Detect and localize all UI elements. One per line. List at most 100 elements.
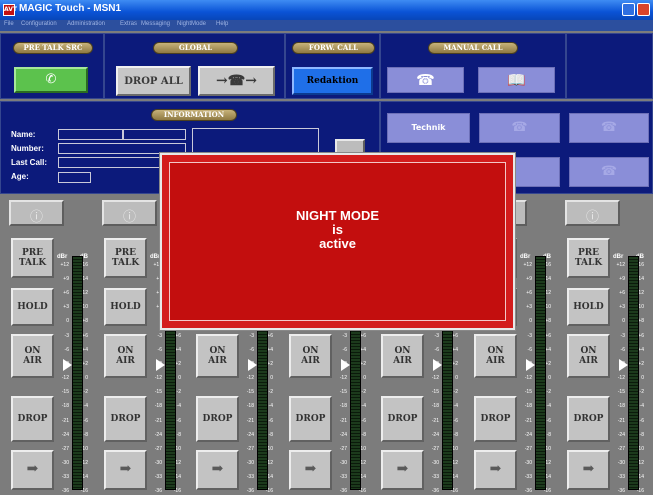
- dbr-tick: -36: [154, 488, 162, 494]
- dbr-tick: +12: [523, 262, 532, 268]
- drop-button[interactable]: DROP: [567, 396, 610, 442]
- pre-talk-label: PRE: [114, 248, 137, 258]
- magic-touch-window: AVT MAGIC Touch - MSN1 File Configuratio…: [0, 0, 653, 495]
- drop-all-label: DROP ALL: [124, 76, 183, 87]
- dbr-tick: -27: [154, 446, 162, 452]
- on-air-button[interactable]: ON AIR: [289, 334, 332, 378]
- on-air-button[interactable]: ON AIR: [381, 334, 424, 378]
- dbr-tick: -33: [524, 474, 532, 480]
- menu-help[interactable]: Help: [216, 21, 228, 27]
- manual-dial-button[interactable]: ☎: [387, 67, 464, 93]
- dbr-tick: +12: [60, 262, 69, 268]
- dbr-tick: -3: [249, 333, 254, 339]
- dbr-tick: -12: [154, 375, 162, 381]
- menu-file[interactable]: File: [4, 21, 14, 27]
- close-button[interactable]: [637, 3, 650, 16]
- menu-extras[interactable]: Extras: [120, 21, 137, 27]
- dbr-tick: -24: [339, 432, 347, 438]
- fader-handle[interactable]: [248, 359, 257, 371]
- menu-administration[interactable]: Administration: [67, 21, 105, 27]
- pre-talk-button[interactable]: PRETALK: [567, 238, 610, 278]
- forward-button[interactable]: ➡: [567, 450, 610, 490]
- channel-strip: ⓘPRETALKHOLDONAIRDROP➡dBrdB+12+9+6+30-3-…: [5, 196, 92, 495]
- transfer-button[interactable]: →☎→: [198, 66, 275, 96]
- fader-handle[interactable]: [341, 359, 350, 371]
- drop-button[interactable]: DROP: [474, 396, 517, 442]
- forward-button[interactable]: ➡: [289, 450, 332, 490]
- drop-button[interactable]: DROP: [289, 396, 332, 442]
- fader-handle[interactable]: [63, 359, 72, 371]
- speed-dial-3-button[interactable]: ☎: [569, 113, 649, 143]
- telephone-icon: ☎: [600, 164, 618, 179]
- transfer-icon: →☎→: [216, 73, 257, 89]
- fader-handle[interactable]: [526, 359, 535, 371]
- drop-button[interactable]: DROP: [196, 396, 239, 442]
- dbr-tick: -24: [246, 432, 254, 438]
- info-icon: ⓘ: [122, 210, 136, 225]
- age-field[interactable]: [58, 172, 91, 183]
- on-air-label: ON: [302, 346, 319, 356]
- title-bar[interactable]: AVT MAGIC Touch - MSN1: [0, 0, 653, 20]
- dbr-tick: +6: [63, 290, 69, 296]
- drop-label: DROP: [202, 414, 233, 424]
- pre-talk-button[interactable]: PRETALK: [104, 238, 147, 278]
- dbr-tick: +3: [63, 304, 69, 310]
- level-meter: [535, 256, 546, 490]
- drop-all-button[interactable]: DROP ALL: [116, 66, 191, 96]
- drop-button[interactable]: DROP: [381, 396, 424, 442]
- fader-handle[interactable]: [433, 359, 442, 371]
- minimize-button[interactable]: [622, 3, 635, 16]
- dbr-tick: -12: [431, 375, 439, 381]
- pre-talk-label: PRE: [21, 248, 44, 258]
- pre-talk-src-panel: PRE TALK SRC ✆: [0, 33, 104, 99]
- dbr-tick: 0: [622, 318, 625, 324]
- menu-messaging[interactable]: Messaging: [141, 21, 170, 27]
- forward-button[interactable]: ➡: [381, 450, 424, 490]
- app-logo-icon: AVT: [3, 4, 17, 16]
- hold-button[interactable]: HOLD: [104, 288, 147, 326]
- pre-talk-src-button[interactable]: ✆: [14, 67, 88, 93]
- manual-call-panel: MANUAL CALL ☎ 📖: [380, 33, 566, 99]
- on-air-button[interactable]: ON AIR: [474, 334, 517, 378]
- drop-button[interactable]: DROP: [104, 396, 147, 442]
- dbr-tick: -30: [431, 460, 439, 466]
- dbr-tick: -27: [246, 446, 254, 452]
- channel-info-button[interactable]: ⓘ: [102, 200, 157, 226]
- channel-info-button[interactable]: ⓘ: [565, 200, 620, 226]
- forward-button[interactable]: ➡: [104, 450, 147, 490]
- menu-nightmode[interactable]: NightMode: [177, 21, 206, 27]
- hold-button[interactable]: HOLD: [567, 288, 610, 326]
- on-air-button[interactable]: ON AIR: [104, 334, 147, 378]
- drop-button[interactable]: DROP: [11, 396, 54, 442]
- arrow-right-icon: ➡: [582, 461, 595, 477]
- dbr-tick: -12: [61, 375, 69, 381]
- name-field-secondary[interactable]: [123, 129, 186, 140]
- on-air-label: AIR: [579, 356, 598, 366]
- on-air-label: ON: [24, 346, 41, 356]
- technik-button[interactable]: Technik: [387, 113, 470, 143]
- hold-button[interactable]: HOLD: [11, 288, 54, 326]
- name-field[interactable]: [58, 129, 123, 140]
- forward-button[interactable]: ➡: [474, 450, 517, 490]
- arrow-right-icon: ➡: [304, 461, 317, 477]
- speed-dial-2-button[interactable]: ☎: [479, 113, 560, 143]
- speed-dial-6-button[interactable]: ☎: [569, 157, 649, 187]
- fader-handle[interactable]: [619, 359, 628, 371]
- dbr-tick: -3: [64, 333, 69, 339]
- phonebook-button[interactable]: 📖: [478, 67, 555, 93]
- pre-talk-button[interactable]: PRETALK: [11, 238, 54, 278]
- on-air-button[interactable]: ON AIR: [196, 334, 239, 378]
- forward-button[interactable]: ➡: [196, 450, 239, 490]
- fader-handle[interactable]: [156, 359, 165, 371]
- on-air-button[interactable]: ON AIR: [11, 334, 54, 378]
- forward-button[interactable]: ➡: [11, 450, 54, 490]
- menu-configuration[interactable]: Configuration: [21, 21, 57, 27]
- channel-info-button[interactable]: ⓘ: [9, 200, 64, 226]
- on-air-button[interactable]: ON AIR: [567, 334, 610, 378]
- info-icon: ⓘ: [29, 210, 43, 225]
- dbr-tick: -12: [524, 375, 532, 381]
- night-mode-line-3: active: [319, 236, 356, 251]
- redaktion-button[interactable]: Redaktion: [292, 67, 373, 95]
- dbr-tick: +3: [619, 304, 625, 310]
- dbr-tick: -36: [246, 488, 254, 494]
